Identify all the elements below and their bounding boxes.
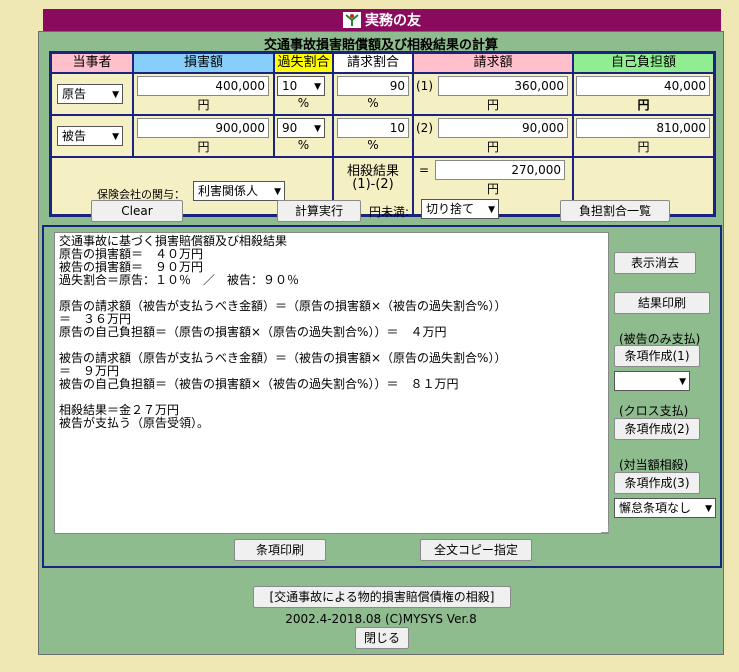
rounding-label: 円未満: — [369, 205, 410, 219]
offset-sub-label: (1)-(2) — [352, 177, 394, 192]
clause3-select[interactable]: 懈怠条項なし ▼ — [614, 498, 716, 518]
row2-fault-unit: % — [297, 138, 310, 152]
row1-party-select[interactable]: 原告 ▼ — [57, 84, 123, 104]
row1-damage-input[interactable]: 400,000 — [137, 76, 269, 96]
clear-display-button[interactable]: 表示消去 — [614, 252, 696, 274]
header-damage: 損害額 — [133, 53, 274, 73]
label-offset: (対当額相殺) — [619, 458, 689, 472]
print-clause-button[interactable]: 条項印刷 — [234, 539, 326, 561]
header-fault: 過失割合 — [274, 53, 333, 73]
row1-party-value: 原告 — [62, 87, 87, 101]
calculate-button[interactable]: 計算実行 — [277, 200, 361, 222]
clause1-button[interactable]: 条項作成(1) — [614, 345, 700, 367]
offset-result-input[interactable]: 270,000 — [435, 160, 565, 180]
clause1-select[interactable]: ▼ — [614, 371, 690, 391]
clear-button[interactable]: Clear — [91, 200, 183, 222]
clause3-button[interactable]: 条項作成(3) — [614, 472, 700, 494]
chevron-down-icon: ▼ — [112, 132, 119, 142]
row2-self-burden-input[interactable]: 810,000 — [576, 118, 710, 138]
resize-grip-icon[interactable] — [601, 525, 609, 533]
copyright-text: 2002.4-2018.08 (C)MYSYS Ver.8 — [285, 612, 477, 626]
row2-claim-amount-input[interactable]: 90,000 — [438, 118, 568, 138]
row2-damage-input[interactable]: 900,000 — [137, 118, 269, 138]
chevron-down-icon: ▼ — [705, 504, 712, 514]
insurance-value: 利害関係人 — [198, 184, 259, 198]
row2-claim-ratio-unit: % — [367, 138, 379, 152]
calc-table: 当事者 損害額 過失割合 請求割合 請求額 自己負担額 原告 ▼ 400,000… — [49, 51, 716, 217]
row1-fault-value: 10 — [282, 79, 298, 93]
header-claim-amount: 請求額 — [413, 53, 573, 73]
row1-claim-tag: (1) — [416, 79, 433, 93]
chevron-down-icon: ▼ — [488, 205, 495, 215]
row1-self-unit: 円 — [637, 98, 650, 112]
row1-self-burden-input[interactable]: 40,000 — [576, 76, 710, 96]
insurance-select[interactable]: 利害関係人 ▼ — [193, 181, 285, 201]
clause3-select-value: 懈怠条項なし — [619, 501, 692, 515]
row2-fault-value: 90 — [282, 121, 298, 135]
app-title-bar: 実務の友 — [43, 9, 721, 31]
row1-fault-select[interactable]: 10 ▼ — [277, 76, 325, 96]
main-panel: 交通事故損害賠償額及び相殺結果の計算 当事者 損害額 過失割合 請求割合 請求額… — [38, 31, 724, 655]
row2-claim-unit: 円 — [486, 140, 499, 154]
clause2-button[interactable]: 条項作成(2) — [614, 418, 700, 440]
row2-fault-select[interactable]: 90 ▼ — [277, 118, 325, 138]
row2-self-unit: 円 — [637, 140, 650, 154]
row1-claim-unit: 円 — [486, 98, 499, 112]
row2-party-select[interactable]: 被告 ▼ — [57, 126, 123, 146]
row2-claim-tag: (2) — [416, 121, 433, 135]
row1-claim-ratio-unit: % — [367, 96, 379, 110]
offset-equals: = — [419, 163, 430, 177]
app-title: 実務の友 — [365, 13, 421, 29]
chevron-down-icon: ▼ — [679, 377, 686, 387]
chevron-down-icon: ▼ — [112, 90, 119, 100]
copy-all-button[interactable]: 全文コピー指定 — [420, 539, 532, 561]
chevron-down-icon: ▼ — [314, 82, 321, 92]
header-claim-ratio: 請求割合 — [333, 53, 413, 73]
row1-claim-ratio-input[interactable]: 90 — [337, 76, 409, 96]
rounding-value: 切り捨て — [426, 202, 475, 216]
header-self-burden: 自己負担額 — [573, 53, 714, 73]
close-button[interactable]: 閉じる — [355, 627, 409, 649]
row1-claim-amount-input[interactable]: 360,000 — [438, 76, 568, 96]
chevron-down-icon: ▼ — [274, 187, 281, 197]
header-party: 当事者 — [51, 53, 133, 73]
row2-damage-unit: 円 — [197, 140, 210, 154]
app-logo-icon — [343, 12, 361, 28]
reference-link-button[interactable]: [交通事故による物的損害賠償債権の相殺] — [253, 586, 511, 608]
offset-unit: 円 — [486, 182, 499, 196]
label-cross-payment: (クロス支払) — [619, 404, 689, 418]
row2-claim-ratio-input[interactable]: 10 — [337, 118, 409, 138]
chevron-down-icon: ▼ — [314, 124, 321, 134]
print-result-button[interactable]: 結果印刷 — [614, 292, 710, 314]
row1-fault-unit: % — [297, 96, 310, 110]
result-textarea[interactable]: 交通事故に基づく損害賠償額及び相殺結果 原告の損害額＝ ４０万円 被告の損害額＝… — [54, 232, 609, 534]
result-panel: 交通事故に基づく損害賠償額及び相殺結果 原告の損害額＝ ４０万円 被告の損害額＝… — [42, 225, 722, 568]
row2-party-value: 被告 — [62, 129, 87, 143]
row1-damage-unit: 円 — [197, 98, 210, 112]
burden-list-button[interactable]: 負担割合一覧 — [560, 200, 670, 222]
rounding-select[interactable]: 切り捨て ▼ — [421, 199, 499, 219]
